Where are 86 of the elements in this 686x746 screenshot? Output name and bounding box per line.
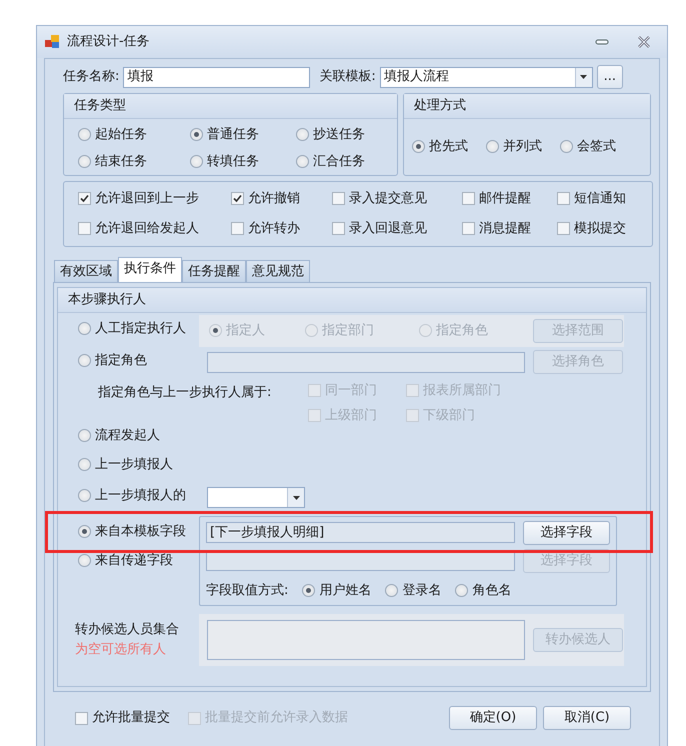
- checkbox-label[interactable]: 允许退回给发起人: [95, 218, 199, 238]
- checkbox[interactable]: [462, 192, 475, 206]
- radio-button[interactable]: [296, 128, 309, 141]
- checkbox[interactable]: [557, 192, 570, 206]
- checkbox[interactable]: [78, 222, 91, 235]
- field-label: 指定角色与上一步执行人属于:: [98, 384, 272, 402]
- radio-button[interactable]: [385, 584, 398, 597]
- more-button[interactable]: ...: [596, 65, 623, 89]
- checkbox[interactable]: [231, 222, 244, 235]
- group-title: 任务类型: [64, 94, 397, 118]
- radio-label[interactable]: 上一步填报人: [95, 455, 173, 475]
- check-icon: [79, 193, 90, 204]
- text-field[interactable]: 填报: [123, 66, 310, 88]
- radio-button[interactable]: [560, 140, 573, 153]
- radio-label[interactable]: 指定角色: [95, 350, 147, 370]
- checkbox[interactable]: [557, 222, 570, 235]
- checkbox-label[interactable]: 允许转办: [248, 218, 300, 238]
- radio-label[interactable]: 汇合任务: [313, 152, 365, 172]
- button[interactable]: 确定(O): [449, 706, 537, 730]
- checkbox-label[interactable]: 消息提醒: [479, 218, 531, 238]
- radio-label[interactable]: 人工指定执行人: [95, 319, 186, 339]
- checkbox[interactable]: [231, 192, 244, 206]
- radio-label[interactable]: 抢先式: [428, 136, 468, 156]
- radio-button[interactable]: [190, 128, 203, 141]
- radio-label[interactable]: 角色名: [472, 580, 512, 600]
- radio-button[interactable]: [412, 140, 425, 153]
- radio-button[interactable]: [78, 554, 91, 567]
- text-field[interactable]: [207, 352, 525, 372]
- radio-label[interactable]: 用户姓名: [319, 580, 372, 600]
- checkbox-label[interactable]: 录入回退意见: [349, 218, 427, 238]
- group-title: 本步骤执行人: [58, 288, 646, 312]
- checkbox[interactable]: [332, 192, 345, 206]
- checkbox[interactable]: [462, 222, 475, 235]
- radio-label[interactable]: 并列式: [502, 136, 542, 156]
- tab[interactable]: 有效区域: [54, 260, 118, 282]
- radio-label[interactable]: 会签式: [576, 136, 616, 156]
- radio-button[interactable]: [78, 322, 91, 336]
- radio-label[interactable]: 来自传递字段: [95, 550, 173, 570]
- tab[interactable]: 任务提醒: [182, 260, 246, 282]
- checkbox[interactable]: [75, 712, 88, 724]
- tab[interactable]: 意见规范: [246, 260, 310, 282]
- dropdown-field[interactable]: 填报人流程: [380, 66, 593, 88]
- button[interactable]: 取消(C): [543, 706, 631, 730]
- check-icon: [232, 193, 243, 204]
- field-label: 字段取值方式:: [206, 582, 288, 600]
- radio-button[interactable]: [78, 429, 91, 442]
- checkbox-label[interactable]: 允许撤销: [248, 189, 300, 208]
- window-title: 流程设计-任务: [67, 33, 150, 52]
- radio-button[interactable]: [296, 155, 309, 168]
- checkbox-label[interactable]: 短信通知: [574, 189, 626, 208]
- checkbox[interactable]: [78, 192, 91, 206]
- group-title: 处理方式: [404, 94, 650, 118]
- field-label: 关联模板:: [319, 68, 376, 86]
- radio-label[interactable]: 起始任务: [95, 124, 147, 144]
- radio-label[interactable]: 转填任务: [207, 152, 259, 172]
- dropdown-field[interactable]: [207, 487, 305, 508]
- radio-button[interactable]: [78, 458, 91, 472]
- button[interactable]: 选择字段: [522, 520, 610, 544]
- radio-button[interactable]: [78, 525, 91, 538]
- checkbox[interactable]: [332, 222, 345, 235]
- hint-text: 为空可选所有人: [75, 640, 167, 658]
- radio-label[interactable]: 登录名: [402, 580, 442, 600]
- text-field[interactable]: [207, 620, 525, 660]
- radio-button[interactable]: [78, 155, 91, 168]
- checkbox-label[interactable]: 邮件提醒: [479, 189, 531, 208]
- radio-label[interactable]: 结束任务: [95, 152, 147, 172]
- radio-label[interactable]: 普通任务: [207, 124, 259, 144]
- field-label: 转办候选人员集合: [75, 621, 180, 639]
- radio-label[interactable]: 上一步填报人的: [95, 486, 186, 506]
- field-label: 任务名称:: [63, 68, 120, 86]
- radio-button[interactable]: [455, 584, 468, 597]
- radio-button[interactable]: [190, 155, 203, 168]
- radio-button[interactable]: [78, 354, 91, 367]
- radio-button[interactable]: [78, 489, 91, 502]
- radio-label[interactable]: 来自本模板字段: [95, 522, 186, 542]
- radio-label[interactable]: 流程发起人: [95, 426, 160, 446]
- text-field[interactable]: [下一步填报人明细]: [206, 522, 515, 543]
- radio-button[interactable]: [78, 128, 91, 141]
- checkbox-label[interactable]: 模拟提交: [574, 218, 626, 238]
- checkbox-label[interactable]: 允许退回到上一步: [95, 189, 199, 208]
- tab[interactable]: 执行条件: [118, 257, 182, 282]
- radio-label[interactable]: 抄送任务: [313, 124, 365, 144]
- checkbox-label[interactable]: 录入提交意见: [349, 189, 427, 208]
- checkbox-label[interactable]: 允许批量提交: [92, 708, 170, 728]
- radio-button[interactable]: [302, 584, 316, 597]
- radio-button[interactable]: [486, 140, 499, 153]
